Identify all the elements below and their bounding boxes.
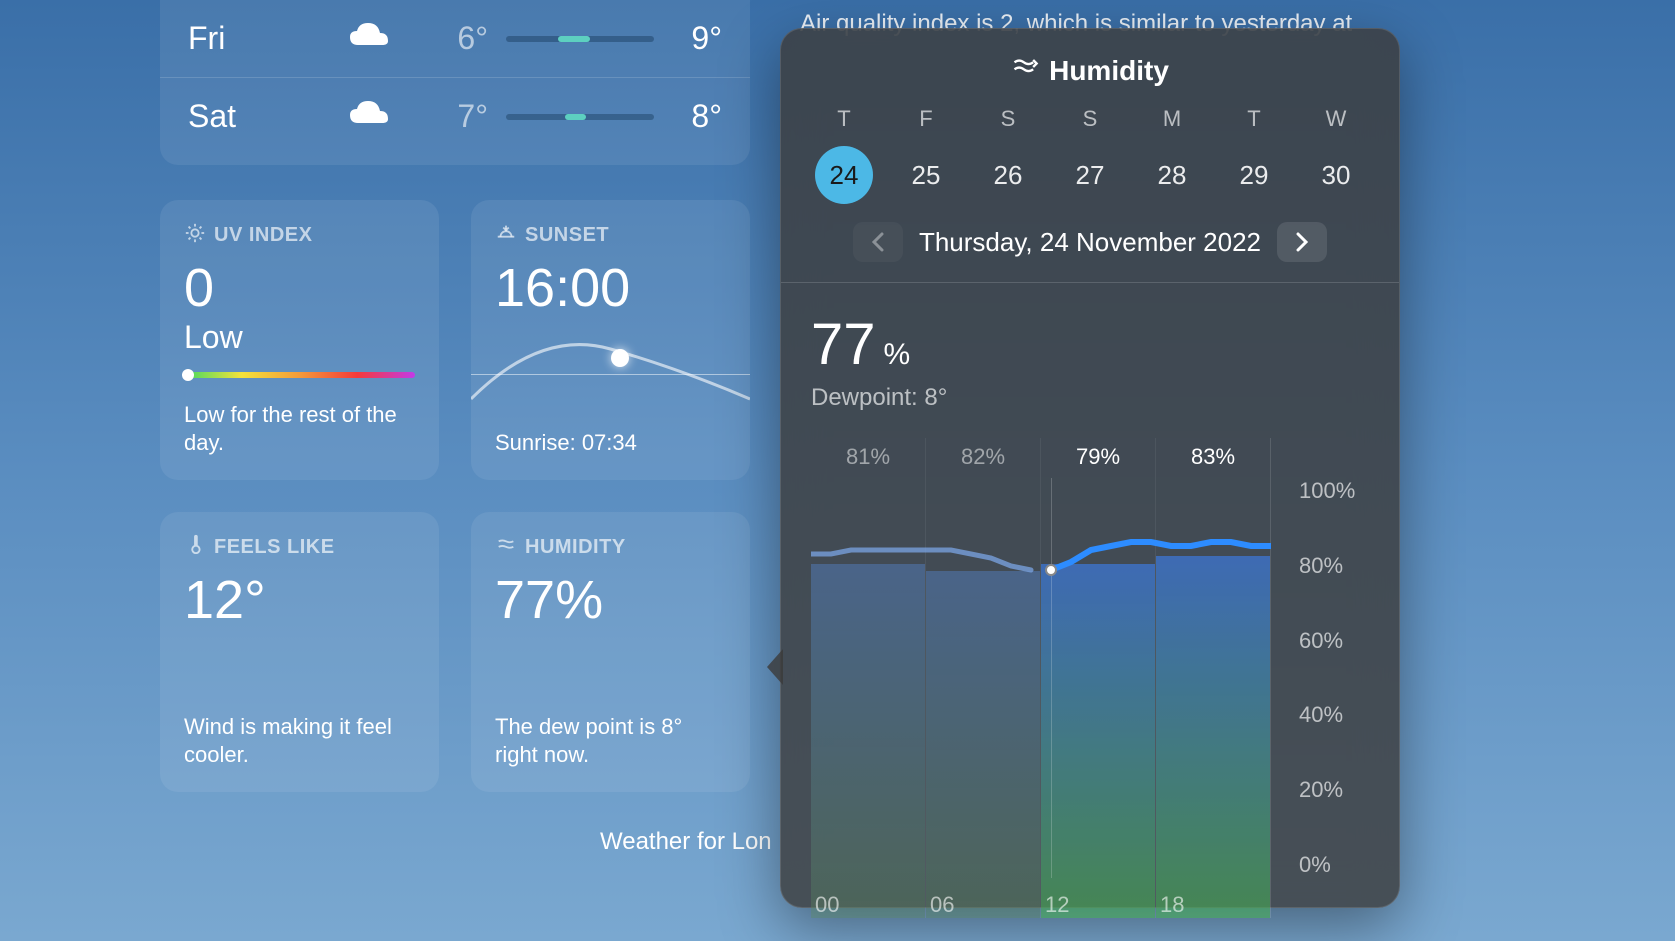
uv-index-tile[interactable]: UV INDEX 0 Low Low for the rest of the d… [160, 200, 439, 480]
prev-day-button[interactable] [853, 222, 903, 262]
day-selector-item[interactable]: M 28 [1141, 106, 1203, 204]
day-number: 30 [1307, 146, 1365, 204]
cloud-icon [338, 99, 398, 134]
chart-x-tick: 06 [926, 892, 1041, 918]
thermometer-icon [184, 534, 206, 561]
day-number: 27 [1061, 146, 1119, 204]
day-selector-item[interactable]: T 29 [1223, 106, 1285, 204]
popup-arrow [767, 649, 783, 685]
feels-like-tile[interactable]: FEELS LIKE 12° Wind is making it feel co… [160, 512, 439, 792]
feels-desc: Wind is making it feel cooler. [184, 713, 415, 770]
day-letter: S [1001, 106, 1016, 132]
sunrise-text: Sunrise: 07:34 [495, 429, 726, 458]
next-day-button[interactable] [1277, 222, 1327, 262]
chart-x-tick: 12 [1041, 892, 1156, 918]
forecast-day-label: Sat [188, 98, 338, 135]
chart-y-tick: 100% [1299, 478, 1369, 504]
popup-title: Humidity [811, 53, 1369, 88]
feels-value: 12° [184, 573, 415, 627]
cloud-icon [338, 21, 398, 56]
sunset-arc [471, 339, 750, 409]
chart-y-tick: 0% [1299, 852, 1369, 878]
chart-x-axis: 00061218 [811, 892, 1271, 918]
forecast-low: 6° [398, 20, 488, 57]
day-number: 28 [1143, 146, 1201, 204]
uv-indicator-dot [182, 369, 194, 381]
day-number: 25 [897, 146, 955, 204]
day-selector-item[interactable]: S 26 [977, 106, 1039, 204]
forecast-row[interactable]: Sat 7° 8° [160, 77, 750, 155]
dewpoint-text: Dewpoint: 8° [811, 384, 1369, 412]
selected-date: Thursday, 24 November 2022 [919, 227, 1261, 258]
humidity-desc: The dew point is 8° right now. [495, 713, 726, 770]
humidity-icon [495, 534, 517, 561]
popup-title-text: Humidity [1049, 55, 1169, 87]
sun-position-dot [611, 349, 629, 367]
day-selector: T 24 F 25 S 26 S 27 M 28 T 29 W 30 [813, 106, 1367, 204]
chart-now-indicator [1045, 564, 1057, 576]
sunset-tile[interactable]: SUNSET 16:00 Sunrise: 07:34 [471, 200, 750, 480]
forecast-day-label: Fri [188, 20, 338, 57]
day-letter: T [1247, 106, 1260, 132]
chart-y-tick: 80% [1299, 553, 1369, 579]
chevron-right-icon [1295, 232, 1309, 252]
forecast-high: 9° [672, 20, 722, 57]
forecast-high: 8° [672, 98, 722, 135]
humidity-detail: 77 % Dewpoint: 8° 81%82%79%83% 100%80%60… [811, 283, 1369, 918]
tile-label: HUMIDITY [525, 536, 626, 559]
uv-desc: Low for the rest of the day. [184, 401, 415, 458]
chart-y-tick: 20% [1299, 777, 1369, 803]
humidity-icon [1011, 53, 1039, 88]
day-letter: M [1163, 106, 1181, 132]
chart-y-tick: 60% [1299, 628, 1369, 654]
day-letter: W [1326, 106, 1347, 132]
tile-label: FEELS LIKE [214, 536, 335, 559]
chart-y-axis: 100% 80% 60% 40% 20% 0% [1299, 478, 1369, 878]
day-selector-item[interactable]: W 30 [1305, 106, 1367, 204]
uv-level: Low [184, 319, 415, 356]
uv-value: 0 [184, 261, 415, 315]
humidity-popup: Humidity T 24 F 25 S 26 S 27 M 28 T 29 W 30 Thursday,… [780, 28, 1400, 908]
day-number: 26 [979, 146, 1037, 204]
sun-icon [184, 222, 206, 249]
day-number: 29 [1225, 146, 1283, 204]
date-nav: Thursday, 24 November 2022 [811, 222, 1369, 262]
forecast-low: 7° [398, 98, 488, 135]
tiles-grid: UV INDEX 0 Low Low for the rest of the d… [160, 200, 750, 824]
tile-label: SUNSET [525, 224, 609, 247]
day-number: 24 [815, 146, 873, 204]
temp-range-bar [506, 36, 654, 42]
day-letter: T [837, 106, 850, 132]
humidity-value: 77% [495, 573, 726, 627]
day-letter: F [919, 106, 932, 132]
chevron-left-icon [871, 232, 885, 252]
tile-label: UV INDEX [214, 224, 312, 247]
forecast-list: Fri 6° 9° Sat 7° 8° [160, 0, 750, 165]
footer-link[interactable]: Weather for Lon [600, 828, 772, 856]
humidity-detail-unit: % [884, 338, 911, 372]
day-selector-item[interactable]: S 27 [1059, 106, 1121, 204]
day-letter: S [1083, 106, 1098, 132]
sunset-time: 16:00 [495, 261, 726, 315]
temp-range-bar [506, 114, 654, 120]
day-selector-item[interactable]: F 25 [895, 106, 957, 204]
humidity-tile[interactable]: HUMIDITY 77% The dew point is 8° right n… [471, 512, 750, 792]
chart-y-tick: 40% [1299, 702, 1369, 728]
uv-bar [184, 372, 415, 378]
chart-x-tick: 18 [1156, 892, 1271, 918]
humidity-chart[interactable]: 81%82%79%83% 100%80%60%40%20%0% 00061218 [811, 438, 1369, 918]
day-selector-item[interactable]: T 24 [813, 106, 875, 204]
sunset-icon [495, 222, 517, 249]
forecast-row[interactable]: Fri 6° 9° [160, 0, 750, 77]
humidity-detail-value: 77 [811, 311, 876, 378]
chart-x-tick: 00 [811, 892, 926, 918]
